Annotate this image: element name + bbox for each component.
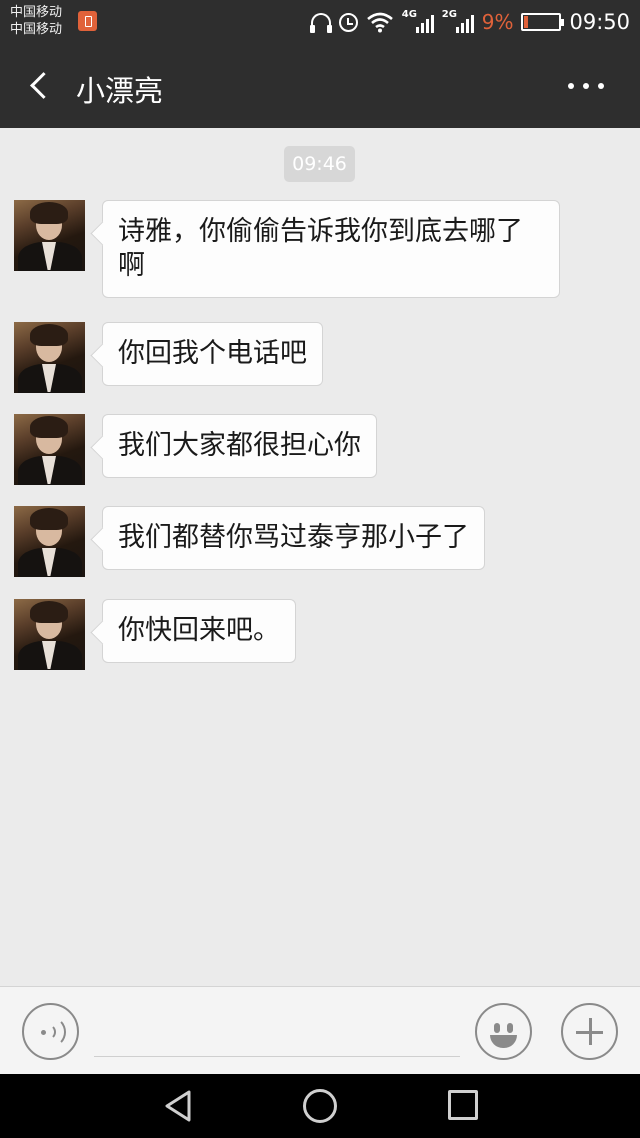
message-bubble[interactable]: 我们都替你骂过泰亨那小子了 [102,506,485,570]
message-bubble[interactable]: 你回我个电话吧 [102,322,323,386]
wifi-icon [366,12,393,33]
carrier-2-label: 中国移动 [10,22,63,37]
message-timestamp: 09:46 [284,146,355,182]
message-item: 你快回来吧。 [14,599,296,670]
plus-icon[interactable] [561,1003,618,1060]
headphone-icon [309,13,332,33]
avatar[interactable] [14,414,85,485]
avatar[interactable] [14,322,85,393]
emoji-icon[interactable] [475,1003,532,1060]
voice-icon[interactable] [22,1003,79,1060]
avatar[interactable] [14,506,85,577]
alarm-icon [338,12,358,32]
status-clock: 09:50 [569,10,630,34]
chevron-left-icon[interactable] [26,70,54,102]
status-bar: 中国移动 中国移动 4G 2G 9% 09:50 [0,0,640,44]
message-item: 你回我个电话吧 [14,322,323,393]
chat-area[interactable]: 09:46 诗雅，你偷偷告诉我你到底去哪了啊 你回我个电话吧 我们大家都很担心你… [0,128,640,986]
carrier-labels: 中国移动 中国移动 [10,4,62,38]
input-bar [0,986,640,1074]
message-bubble[interactable]: 你快回来吧。 [102,599,296,663]
nav-recent-icon[interactable] [448,1090,478,1120]
message-item: 我们大家都很担心你 [14,414,377,485]
avatar[interactable] [14,599,85,670]
message-bubble[interactable]: 诗雅，你偷偷告诉我你到底去哪了啊 [102,200,560,298]
network-type-label: 4G [401,9,417,20]
battery-percent: 9% [481,10,514,34]
message-item: 诗雅，你偷偷告诉我你到底去哪了啊 [14,200,560,298]
signal-icon: 4G [402,9,434,35]
network-type-label: 2G [441,9,457,20]
battery-fill [524,16,528,28]
chat-title: 小漂亮 [76,74,164,108]
message-bubble[interactable]: 我们大家都很担心你 [102,414,377,478]
sim-icon [78,11,97,31]
carrier-1-label: 中国移动 [10,5,63,20]
more-dots-icon[interactable] [568,72,604,100]
message-input[interactable] [94,1056,460,1057]
message-item: 我们都替你骂过泰亨那小子了 [14,506,485,577]
chat-header: 小漂亮 [0,44,640,128]
avatar[interactable] [14,200,85,271]
system-nav-bar [0,1074,640,1138]
nav-back-icon[interactable] [163,1089,193,1123]
battery-icon [521,13,565,31]
signal-icon: 2G [442,9,474,35]
status-icons: 4G 2G 9% 09:50 [309,0,630,44]
nav-home-icon[interactable] [303,1089,337,1123]
